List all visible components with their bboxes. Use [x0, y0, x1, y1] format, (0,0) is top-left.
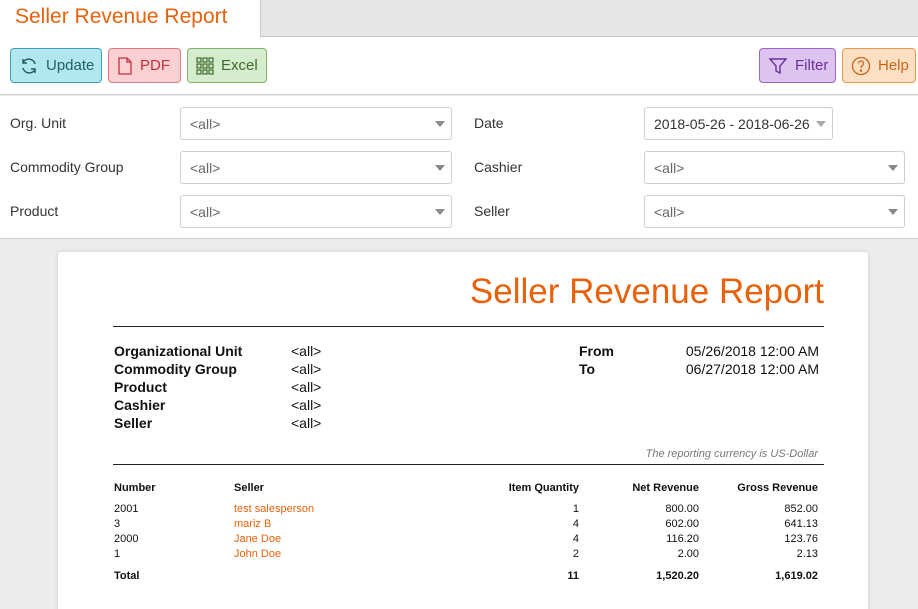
column-header-seller: Seller [234, 482, 264, 494]
date-label: Date [474, 115, 504, 131]
row-seller-link[interactable]: Jane Doe [234, 533, 281, 545]
grid-icon [196, 56, 214, 75]
row-qty: 1 [572, 503, 579, 515]
date-range-select[interactable]: 2018-05-26 - 2018-06-26 [644, 107, 833, 140]
tab-title: Seller Revenue Report [15, 5, 228, 28]
meta-label: Organizational Unit [114, 343, 243, 359]
org-unit-select[interactable]: <all> [180, 107, 452, 140]
currency-note: The reporting currency is US-Dollar [645, 448, 818, 460]
meta-value: <all> [291, 379, 322, 395]
row-number: 3 [114, 518, 121, 530]
row-number: 2000 [114, 533, 139, 545]
seller-label: Seller [474, 203, 510, 219]
commodity-group-value: <all> [190, 159, 221, 176]
row-seller-link[interactable]: test salesperson [234, 503, 314, 515]
meta-label: Commodity Group [114, 361, 237, 377]
total-label: Total [114, 570, 140, 582]
row-net: 602.00 [665, 518, 699, 530]
commodity-group-label: Commodity Group [10, 159, 124, 175]
cashier-select[interactable]: <all> [644, 151, 905, 184]
row-seller-link[interactable]: mariz B [234, 518, 271, 530]
divider [113, 326, 824, 327]
excel-button[interactable]: Excel [187, 48, 267, 83]
toolbar: Update PDF Excel Filter Help [0, 37, 918, 95]
column-header-gross-revenue: Gross Revenue [737, 482, 818, 494]
product-value: <all> [190, 203, 221, 220]
from-label: From [579, 343, 614, 359]
filter-panel: Org. Unit <all> Commodity Group <all> Pr… [0, 96, 918, 239]
meta-label: Product [114, 379, 167, 395]
meta-label: Cashier [114, 397, 166, 413]
commodity-group-select[interactable]: <all> [180, 151, 452, 184]
row-number: 1 [114, 548, 121, 560]
divider [113, 464, 824, 465]
row-gross: 641.13 [784, 518, 818, 530]
total-gross: 1,619.02 [775, 570, 818, 582]
excel-label: Excel [221, 57, 258, 74]
help-button[interactable]: Help [842, 48, 916, 83]
pdf-label: PDF [140, 57, 170, 74]
pdf-button[interactable]: PDF [108, 48, 181, 83]
total-qty: 11 [567, 570, 579, 582]
row-seller-link[interactable]: John Doe [234, 548, 281, 560]
filter-label: Filter [795, 57, 829, 74]
org-unit-label: Org. Unit [10, 115, 67, 131]
row-number: 2001 [114, 503, 139, 515]
row-qty: 2 [572, 548, 579, 560]
report-page: Seller Revenue Report Organizational Uni… [58, 252, 868, 609]
column-header-number: Number [114, 482, 156, 494]
tab-bar: Seller Revenue Report [0, 0, 918, 38]
row-gross: 852.00 [784, 503, 818, 515]
meta-value: <all> [291, 361, 322, 377]
row-net: 2.00 [677, 548, 699, 560]
row-gross: 2.13 [796, 548, 818, 560]
chevron-down-icon [435, 165, 445, 171]
chevron-down-icon [888, 209, 898, 215]
funnel-icon [768, 57, 788, 74]
row-qty: 4 [572, 518, 579, 530]
to-label: To [579, 361, 596, 377]
seller-value: <all> [654, 203, 685, 220]
from-value: 05/26/2018 12:00 AM [685, 343, 819, 359]
cashier-label: Cashier [474, 159, 523, 175]
chevron-down-icon [888, 165, 898, 171]
chevron-down-icon [435, 209, 445, 215]
filter-button[interactable]: Filter [759, 48, 836, 83]
cashier-value: <all> [654, 159, 685, 176]
chevron-down-icon [435, 121, 445, 127]
meta-label: Seller [114, 415, 153, 431]
product-select[interactable]: <all> [180, 195, 452, 228]
meta-value: <all> [291, 343, 322, 359]
to-value: 06/27/2018 12:00 AM [685, 361, 819, 377]
column-header-net-revenue: Net Revenue [632, 482, 699, 494]
product-label: Product [10, 203, 59, 219]
row-qty: 4 [572, 533, 579, 545]
pdf-file-icon [118, 56, 132, 75]
row-gross: 123.76 [784, 533, 818, 545]
chevron-down-icon [816, 121, 826, 127]
update-button[interactable]: Update [10, 48, 102, 83]
seller-select[interactable]: <all> [644, 195, 905, 228]
refresh-icon [22, 57, 36, 74]
help-label: Help [878, 57, 909, 74]
row-net: 116.20 [666, 533, 699, 545]
total-net: 1,520.20 [656, 570, 699, 582]
update-label: Update [46, 57, 95, 74]
question-circle-icon [851, 56, 871, 75]
org-unit-value: <all> [190, 115, 221, 132]
report-title: Seller Revenue Report [469, 272, 824, 311]
date-range-value: 2018-05-26 - 2018-06-26 [654, 115, 810, 132]
meta-value: <all> [291, 415, 322, 431]
row-net: 800.00 [665, 503, 699, 515]
column-header-item-quantity: Item Quantity [508, 482, 579, 494]
tab-seller-revenue-report[interactable]: Seller Revenue Report [0, 0, 261, 38]
meta-value: <all> [291, 397, 322, 413]
